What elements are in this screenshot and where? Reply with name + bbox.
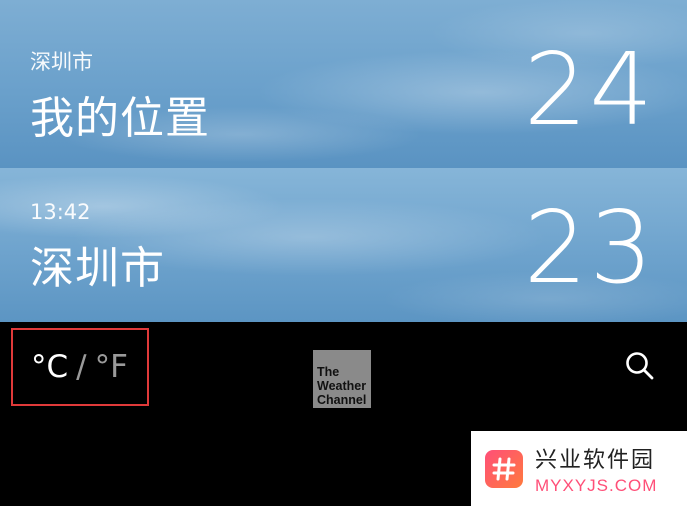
watermark-title: 兴业软件园 <box>535 447 656 473</box>
city-temperature: 24 <box>523 31 655 148</box>
search-button[interactable] <box>620 346 660 386</box>
unit-separator: / <box>76 349 87 385</box>
fahrenheit-unit[interactable]: °F <box>95 349 128 385</box>
city-name: 我的位置 <box>30 93 210 144</box>
search-icon <box>626 352 654 380</box>
city-subtitle: 深圳市 <box>30 50 93 74</box>
celsius-unit[interactable]: °C <box>31 349 68 385</box>
city-card-shenzhen[interactable]: 13:42 深圳市 23 <box>0 168 687 322</box>
watermark-badge: 兴业软件园 MYXYJS.COM <box>471 431 687 506</box>
city-name: 深圳市 <box>30 243 165 294</box>
logo-line: The <box>317 365 340 379</box>
hash-logo-icon <box>485 449 523 488</box>
logo-line: Weather <box>317 379 367 393</box>
logo-line: Channel <box>317 393 367 407</box>
city-temperature: 23 <box>523 189 655 306</box>
city-card-my-location[interactable]: 深圳市 我的位置 24 <box>0 0 687 168</box>
weather-channel-logo[interactable]: The Weather Channel <box>313 350 371 408</box>
city-local-time: 13:42 <box>30 200 91 224</box>
temperature-unit-toggle[interactable]: °C / °F <box>11 328 149 406</box>
watermark-url: MYXYJS.COM <box>535 475 658 495</box>
